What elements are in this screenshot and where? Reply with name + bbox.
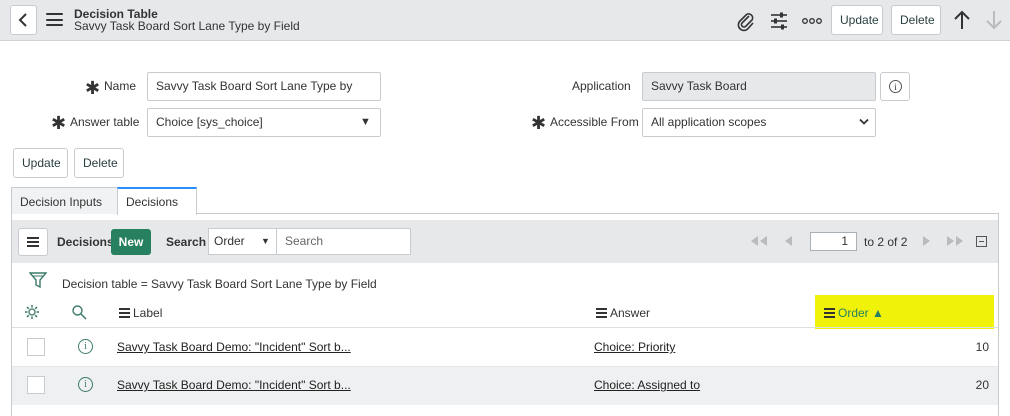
row-checkbox[interactable]	[27, 338, 45, 356]
row-label-link[interactable]: Savvy Task Board Demo: "Incident" Sort b…	[117, 378, 351, 392]
page-number-input[interactable]: 1	[810, 232, 857, 251]
search-icon[interactable]	[71, 304, 87, 320]
column-header-answer[interactable]: Answer	[610, 306, 650, 320]
gear-icon[interactable]	[24, 304, 40, 320]
column-menu-icon[interactable]	[119, 308, 130, 320]
chevron-down-icon	[859, 118, 869, 125]
arrow-down-icon[interactable]	[983, 9, 1005, 31]
hamburger-icon[interactable]	[46, 13, 63, 26]
table-row: i Savvy Task Board Demo: "Incident" Sort…	[12, 367, 998, 405]
form-subtitle: Savvy Task Board Sort Lane Type by Field	[74, 19, 300, 33]
answer-table-select[interactable]: Choice [sys_choice] ▼	[147, 108, 381, 137]
column-header-order[interactable]: Order ▲	[838, 306, 884, 320]
info-icon: i	[889, 80, 902, 93]
tab-decisions[interactable]: Decisions (2)	[117, 187, 197, 235]
accessible-from-value: All application scopes	[651, 115, 767, 129]
hamburger-icon	[27, 237, 39, 249]
row-answer-link[interactable]: Choice: Priority	[594, 340, 675, 354]
delete-button[interactable]: Delete	[74, 148, 124, 178]
more-icon[interactable]	[801, 10, 823, 32]
settings-sliders-icon[interactable]	[768, 10, 790, 32]
row-order-value: 10	[975, 340, 989, 354]
name-label: Name	[104, 79, 137, 93]
application-field: Savvy Task Board	[642, 72, 876, 101]
paperclip-icon[interactable]	[735, 10, 757, 32]
column-menu-icon[interactable]	[824, 308, 835, 320]
arrow-up-icon[interactable]	[951, 9, 973, 31]
header-update-button[interactable]: Update	[831, 5, 883, 35]
search-field-select[interactable]: Order ▼	[208, 228, 277, 255]
header-delete-button[interactable]: Delete	[891, 5, 941, 35]
dropdown-triangle-icon: ▼	[261, 236, 270, 246]
next-page-icon[interactable]	[921, 235, 933, 247]
table-row: i Savvy Task Board Demo: "Incident" Sort…	[12, 329, 998, 367]
update-button[interactable]: Update	[13, 148, 68, 178]
info-icon[interactable]: i	[78, 339, 93, 354]
previous-page-icon[interactable]	[782, 235, 794, 247]
back-button[interactable]	[10, 5, 37, 35]
accessible-from-select[interactable]: All application scopes	[642, 108, 876, 137]
application-info-button[interactable]: i	[880, 72, 910, 101]
list-title: Decisions	[57, 235, 114, 249]
search-label: Search	[166, 235, 207, 249]
page-range-text: to 2 of 2	[864, 235, 908, 249]
info-icon[interactable]: i	[78, 377, 93, 392]
last-page-icon[interactable]	[944, 235, 966, 247]
list-menu-button[interactable]	[18, 228, 48, 256]
required-indicator: ✱	[85, 78, 101, 98]
new-button[interactable]: New	[111, 229, 151, 255]
column-menu-icon[interactable]	[596, 308, 607, 320]
search-input[interactable]: Search	[276, 228, 411, 255]
dropdown-triangle-icon: ▼	[360, 116, 371, 128]
search-field-value: Order	[214, 234, 245, 248]
row-label-link[interactable]: Savvy Task Board Demo: "Incident" Sort b…	[117, 340, 351, 354]
column-header-label[interactable]: Label	[133, 306, 162, 320]
name-field[interactable]: Savvy Task Board Sort Lane Type by Field	[147, 72, 381, 120]
answer-table-value: Choice [sys_choice]	[156, 115, 263, 129]
row-answer-link[interactable]: Choice: Assigned to	[594, 378, 700, 392]
row-order-value: 20	[975, 378, 989, 392]
required-indicator: ✱	[51, 113, 67, 133]
tab-decision-inputs[interactable]: Decision Inputs (3)	[11, 187, 118, 237]
answer-table-label: Answer table	[70, 115, 140, 129]
collapse-icon[interactable]	[976, 236, 987, 247]
accessible-from-label: Accessible From	[550, 115, 639, 129]
application-label: Application	[572, 79, 631, 93]
back-icon	[18, 13, 27, 27]
required-indicator: ✱	[531, 113, 547, 133]
filter-icon[interactable]	[29, 271, 47, 289]
first-page-icon[interactable]	[748, 235, 770, 247]
filter-breadcrumb[interactable]: Decision table = Savvy Task Board Sort L…	[62, 277, 377, 291]
row-checkbox[interactable]	[27, 376, 45, 394]
